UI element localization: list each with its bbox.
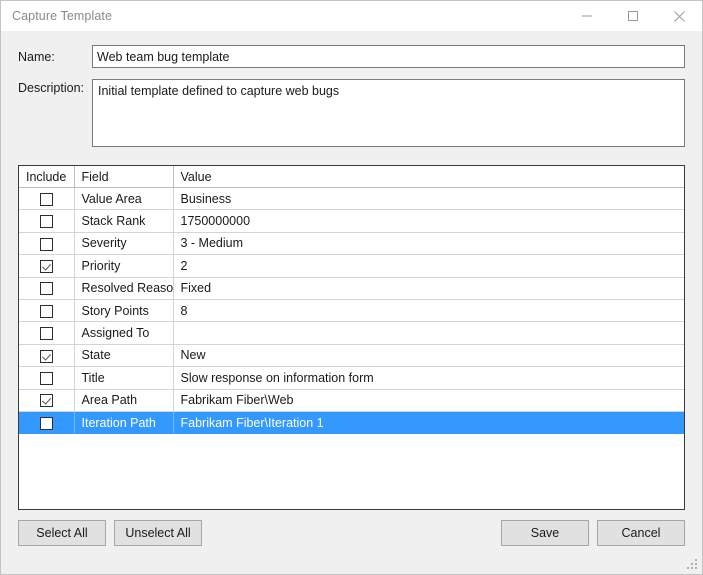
description-row: Description: Initial template defined to… bbox=[18, 79, 685, 147]
value-cell[interactable]: 2 bbox=[173, 254, 684, 278]
close-icon bbox=[673, 10, 686, 23]
cancel-button[interactable]: Cancel bbox=[597, 520, 685, 546]
table-row[interactable]: Severity 3 - Medium bbox=[19, 232, 684, 256]
table-row[interactable]: State New bbox=[19, 344, 684, 368]
field-cell[interactable]: Iteration Path bbox=[74, 411, 174, 435]
include-cell[interactable] bbox=[19, 232, 75, 256]
table-row[interactable]: Value Area Business bbox=[19, 187, 684, 211]
field-cell[interactable]: Area Path bbox=[74, 389, 174, 412]
table-row[interactable]: Stack Rank 1750000000 bbox=[19, 209, 684, 233]
value-cell[interactable]: New bbox=[173, 344, 684, 368]
table-row[interactable]: Story Points 8 bbox=[19, 299, 684, 323]
field-cell[interactable]: Severity bbox=[74, 232, 174, 256]
value-cell[interactable]: Fixed bbox=[173, 277, 684, 300]
description-input[interactable]: Initial template defined to capture web … bbox=[92, 79, 685, 147]
value-cell[interactable]: 8 bbox=[173, 299, 684, 323]
value-cell[interactable]: 1750000000 bbox=[173, 209, 684, 233]
field-cell[interactable]: Story Points bbox=[74, 299, 174, 323]
value-cell[interactable]: Fabrikam Fiber\Iteration 1 bbox=[173, 411, 684, 435]
unselect-all-button[interactable]: Unselect All bbox=[114, 520, 202, 546]
field-cell[interactable]: Stack Rank bbox=[74, 209, 174, 233]
table-header-row: Include Field Value bbox=[19, 166, 684, 188]
template-form: Name: Description: Initial template defi… bbox=[1, 31, 702, 147]
include-cell[interactable] bbox=[19, 344, 75, 368]
table-row[interactable]: Title Slow response on information form bbox=[19, 366, 684, 390]
value-cell[interactable]: Business bbox=[173, 187, 684, 211]
include-cell[interactable] bbox=[19, 411, 75, 435]
value-cell[interactable]: Fabrikam Fiber\Web bbox=[173, 389, 684, 412]
save-button[interactable]: Save bbox=[501, 520, 589, 546]
table-row[interactable]: Resolved Reason Fixed bbox=[19, 277, 684, 300]
table-empty-cell bbox=[74, 434, 173, 435]
field-cell[interactable]: State bbox=[74, 344, 174, 368]
table-row[interactable]: Iteration Path Fabrikam Fiber\Iteration 1 bbox=[19, 411, 684, 435]
checkbox-checked-icon[interactable] bbox=[39, 259, 53, 273]
value-cell[interactable]: 3 - Medium bbox=[173, 232, 684, 256]
checkbox-checked-icon[interactable] bbox=[39, 394, 53, 408]
value-cell[interactable] bbox=[173, 321, 684, 345]
title-bar: Capture Template bbox=[1, 1, 702, 31]
include-cell[interactable] bbox=[19, 277, 75, 300]
include-cell[interactable] bbox=[19, 321, 75, 345]
checkbox-unchecked-icon[interactable] bbox=[39, 282, 53, 296]
include-cell[interactable] bbox=[19, 254, 75, 278]
include-cell[interactable] bbox=[19, 299, 75, 323]
field-cell[interactable]: Title bbox=[74, 366, 174, 390]
window-title: Capture Template bbox=[12, 9, 113, 23]
close-button[interactable] bbox=[656, 1, 702, 31]
name-label: Name: bbox=[18, 49, 55, 64]
resize-grip[interactable] bbox=[687, 559, 698, 570]
maximize-button[interactable] bbox=[610, 1, 656, 31]
fields-grid[interactable]: Include Field Value Value Area Business St… bbox=[18, 165, 685, 510]
capture-template-dialog: Capture Template Name: Description: Init… bbox=[0, 0, 703, 575]
checkbox-unchecked-icon[interactable] bbox=[39, 237, 53, 251]
checkbox-unchecked-icon[interactable] bbox=[39, 192, 53, 206]
dialog-footer: Select All Unselect All Save Cancel bbox=[1, 510, 702, 574]
minimize-button[interactable] bbox=[564, 1, 610, 31]
include-cell[interactable] bbox=[19, 389, 75, 412]
checkbox-unchecked-icon[interactable] bbox=[39, 304, 53, 318]
table-row[interactable]: Priority 2 bbox=[19, 254, 684, 278]
description-label: Description: bbox=[18, 81, 84, 95]
table-empty-area bbox=[19, 434, 684, 435]
table-body: Value Area Business Stack Rank 1750000000 Se… bbox=[19, 187, 684, 435]
table-row[interactable]: Assigned To bbox=[19, 321, 684, 345]
column-header-include[interactable]: Include bbox=[19, 166, 75, 188]
table-row[interactable]: Area Path Fabrikam Fiber\Web bbox=[19, 389, 684, 412]
name-row: Name: bbox=[18, 45, 685, 68]
value-cell[interactable]: Slow response on information form bbox=[173, 366, 684, 390]
footer-right-buttons: Save Cancel bbox=[501, 520, 685, 546]
field-cell[interactable]: Assigned To bbox=[74, 321, 174, 345]
checkbox-checked-icon[interactable] bbox=[39, 349, 53, 363]
checkbox-unchecked-icon[interactable] bbox=[39, 327, 53, 341]
checkbox-unchecked-icon[interactable] bbox=[39, 416, 53, 430]
column-header-field[interactable]: Field bbox=[74, 166, 174, 188]
name-input[interactable] bbox=[92, 45, 685, 68]
checkbox-unchecked-icon[interactable] bbox=[39, 371, 53, 385]
table-empty-cell bbox=[173, 434, 684, 435]
include-cell[interactable] bbox=[19, 187, 75, 211]
select-all-button[interactable]: Select All bbox=[18, 520, 106, 546]
footer-left-buttons: Select All Unselect All bbox=[18, 520, 202, 546]
include-cell[interactable] bbox=[19, 366, 75, 390]
minimize-icon bbox=[581, 10, 593, 22]
table-empty-cell bbox=[19, 434, 74, 435]
checkbox-unchecked-icon[interactable] bbox=[39, 215, 53, 229]
table-header: Include Field Value bbox=[19, 166, 684, 188]
include-cell[interactable] bbox=[19, 209, 75, 233]
fields-table: Include Field Value Value Area Business St… bbox=[19, 166, 684, 435]
field-cell[interactable]: Resolved Reason bbox=[74, 277, 174, 300]
field-cell[interactable]: Value Area bbox=[74, 187, 174, 211]
maximize-icon bbox=[627, 10, 639, 22]
column-header-value[interactable]: Value bbox=[173, 166, 684, 188]
field-cell[interactable]: Priority bbox=[74, 254, 174, 278]
